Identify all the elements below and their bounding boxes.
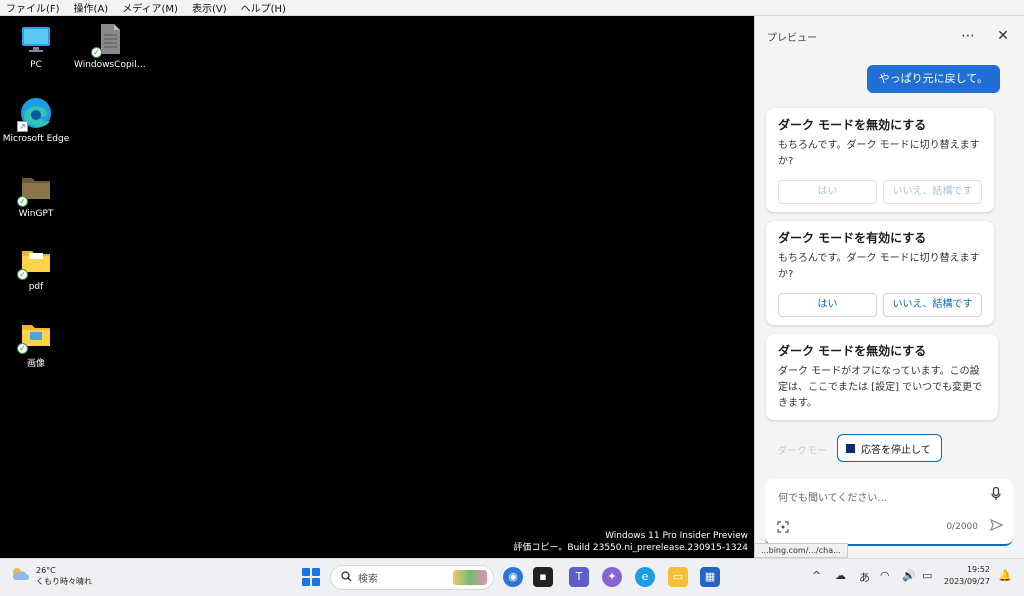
menu-help[interactable]: ヘルプ(H) bbox=[241, 0, 286, 15]
action-card-disable-1: ダーク モードを無効にする もちろんです。ダーク モードに切り替えますか? はい… bbox=[766, 108, 994, 212]
desktop-icon-label: pdf bbox=[28, 282, 44, 292]
sync-check-icon: ✓ bbox=[91, 47, 102, 58]
no-thanks-button[interactable]: いいえ、結構です bbox=[883, 180, 982, 204]
taskbar-search[interactable]: 検索 bbox=[330, 565, 494, 590]
stop-area: ダークモー 応答を停止して bbox=[755, 434, 1024, 464]
stop-label: 応答を停止して bbox=[861, 444, 931, 456]
stop-icon bbox=[846, 443, 855, 453]
battery-icon[interactable]: ▭ bbox=[922, 569, 932, 582]
sync-check-icon: ✓ bbox=[17, 196, 28, 207]
menu-media[interactable]: メディア(M) bbox=[122, 0, 178, 15]
desktop-icon-wingpt[interactable]: ✓ WinGPT bbox=[0, 171, 72, 219]
copilot-logo-icon[interactable]: ✦ bbox=[602, 567, 622, 587]
desktop-icon-label: WinGPT bbox=[18, 209, 54, 219]
weather-desc: くもり時々晴れ bbox=[36, 577, 92, 586]
copilot-panel: プレビュー ⋯ ✕ やっぱり元に戻して。 ダーク モードを無効にする もちろんで… bbox=[754, 16, 1024, 558]
result-card-disable: ダーク モードを無効にする ダーク モードがオフになっています。この設定は、ここ… bbox=[766, 334, 998, 420]
card-body: ダーク モードがオフになっています。この設定は、ここでまたは [設定] でいつで… bbox=[778, 366, 983, 409]
clock-time: 19:52 bbox=[966, 565, 990, 574]
watermark-line-2: 評価コピー。Build 23550.ni_prerelease.230915-1… bbox=[513, 543, 749, 553]
status-url: ...bing.com/.../cha... bbox=[754, 543, 848, 558]
shortcut-arrow-icon: ↗ bbox=[17, 121, 28, 132]
user-message: やっぱり元に戻して。 bbox=[866, 65, 1000, 93]
panel-header: プレビュー ⋯ ✕ bbox=[755, 16, 1024, 56]
file-explorer-icon[interactable]: ▭ bbox=[668, 567, 688, 587]
menu-bar: ファイル(F) 操作(A) メディア(M) 表示(V) ヘルプ(H) bbox=[0, 0, 1024, 16]
edge-icon: ↗ bbox=[17, 96, 53, 132]
desktop-icon-edge[interactable]: ↗ Microsoft Edge bbox=[0, 96, 72, 144]
cloud-sun-icon bbox=[10, 566, 30, 586]
chat-input-placeholder: 何でも聞いてください... bbox=[778, 493, 887, 504]
speaker-icon[interactable]: 🔊 bbox=[902, 569, 916, 582]
search-label: 検索 bbox=[358, 574, 378, 585]
terminal-app-icon[interactable]: ▪ bbox=[533, 567, 553, 587]
character-counter: 0/2000 bbox=[946, 522, 978, 532]
store-app-icon[interactable]: ▦ bbox=[700, 567, 720, 587]
desktop-icon-windowscopilot[interactable]: ✓ WindowsCopilo... bbox=[74, 22, 146, 70]
panel-title: プレビュー bbox=[767, 32, 817, 44]
desktop-icon-images[interactable]: ✓ 画像 bbox=[0, 318, 72, 369]
microphone-icon[interactable] bbox=[989, 486, 1003, 503]
card-body: もちろんです。ダーク モードに切り替えますか? bbox=[778, 140, 980, 167]
evaluation-watermark: Windows 11 Pro Insider Preview 評価コピー。Bui… bbox=[514, 530, 749, 554]
card-title: ダーク モードを無効にする bbox=[778, 344, 927, 358]
yes-button[interactable]: はい bbox=[778, 180, 877, 204]
card-body: もちろんです。ダーク モードに切り替えますか? bbox=[778, 253, 980, 280]
copilot-app-icon[interactable]: ◉ bbox=[503, 567, 523, 587]
start-button[interactable] bbox=[302, 568, 320, 586]
folder-icon: ✓ bbox=[17, 244, 53, 280]
desktop-icon-label: Microsoft Edge bbox=[2, 134, 70, 144]
desktop-icon-label: 画像 bbox=[26, 359, 45, 369]
card-title: ダーク モードを無効にする bbox=[778, 118, 927, 132]
folder-icon: ✓ bbox=[17, 171, 53, 207]
yes-button[interactable]: はい bbox=[778, 293, 877, 317]
search-highlight-image bbox=[453, 570, 487, 585]
chat-input[interactable]: 何でも聞いてください... 0/2000 bbox=[765, 479, 1013, 546]
menu-view[interactable]: 表示(V) bbox=[192, 0, 227, 15]
search-icon bbox=[341, 570, 352, 585]
chevron-up-icon[interactable]: ^ bbox=[812, 569, 821, 582]
close-button[interactable]: ✕ bbox=[993, 26, 1013, 46]
stop-responding-button[interactable]: 応答を停止して bbox=[837, 434, 942, 462]
desktop-icon-pc[interactable]: PC bbox=[0, 22, 72, 70]
system-clock[interactable]: 19:52 2023/09/27 bbox=[944, 564, 990, 588]
teams-app-icon[interactable]: T bbox=[569, 567, 589, 587]
watermark-line-1: Windows 11 Pro Insider Preview bbox=[605, 531, 748, 541]
desktop-icon-label: WindowsCopilo... bbox=[74, 60, 146, 70]
monitor-icon bbox=[19, 22, 53, 56]
ghost-text: ダークモー bbox=[777, 446, 827, 457]
menu-action[interactable]: 操作(A) bbox=[74, 0, 109, 15]
desktop: PC ✓ WindowsCopilo... ↗ Microsoft Edge ✓… bbox=[0, 16, 754, 558]
desktop-icon-pdf[interactable]: ✓ pdf bbox=[0, 244, 72, 292]
screenshot-scan-icon[interactable] bbox=[777, 521, 789, 536]
card-title: ダーク モードを有効にする bbox=[778, 231, 927, 245]
weather-widget[interactable]: 26°C くもり時々晴れ bbox=[10, 565, 92, 587]
no-thanks-button[interactable]: いいえ、結構です bbox=[883, 293, 982, 317]
sync-check-icon: ✓ bbox=[17, 343, 28, 354]
weather-temp: 26°C bbox=[36, 566, 56, 575]
edge-taskbar-icon[interactable]: e bbox=[635, 567, 655, 587]
clock-date: 2023/09/27 bbox=[943, 577, 990, 586]
folder-icon: ✓ bbox=[17, 318, 53, 354]
wifi-icon[interactable]: ◠ bbox=[880, 569, 890, 582]
menu-file[interactable]: ファイル(F) bbox=[6, 0, 60, 15]
onedrive-cloud-icon[interactable]: ☁ bbox=[835, 569, 846, 582]
desktop-icon-label: PC bbox=[30, 60, 42, 70]
more-options-button[interactable]: ⋯ bbox=[958, 26, 978, 46]
sync-check-icon: ✓ bbox=[17, 269, 28, 280]
notification-bell-icon[interactable]: 🔔 bbox=[998, 569, 1012, 582]
document-icon: ✓ bbox=[91, 22, 127, 58]
action-card-enable: ダーク モードを有効にする もちろんです。ダーク モードに切り替えますか? はい… bbox=[766, 221, 994, 325]
taskbar: 26°C くもり時々晴れ 検索 ◉ ▪ T ✦ e ▭ ▦ ^ ☁ あ ◠ 🔊 … bbox=[0, 558, 1024, 596]
ime-mode[interactable]: あ bbox=[859, 569, 870, 585]
send-icon[interactable] bbox=[989, 518, 1004, 534]
